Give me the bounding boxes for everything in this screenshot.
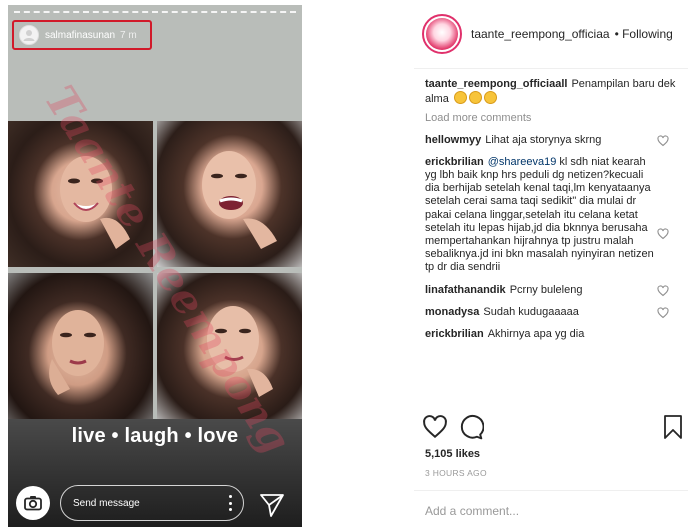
bookmark-icon[interactable] (662, 414, 684, 440)
comment-like-heart-icon[interactable] (657, 228, 669, 240)
camera-button[interactable] (16, 486, 50, 520)
comment-bubble-icon[interactable] (458, 414, 484, 440)
comment-item: monadysa Sudah kudugaaaaa (425, 306, 683, 319)
more-options-icon[interactable] (228, 495, 232, 511)
story-header-highlight: salmafinasunan 7 m (12, 20, 152, 50)
comment-text: kl sdh niat kearah yg lbh baik knp hrs p… (425, 155, 654, 274)
footer-divider (414, 490, 688, 491)
send-message-placeholder: Send message (73, 497, 140, 509)
post-actions (422, 414, 684, 444)
story-viewer: salmafinasunan 7 m live • laugh • love S… (8, 5, 302, 527)
comment-text: Lihat aja storynya skrng (485, 133, 602, 146)
photo-4 (157, 273, 302, 419)
comment-like-heart-icon[interactable] (657, 135, 669, 147)
post-avatar[interactable] (422, 14, 462, 54)
story-time: 7 m (120, 29, 137, 41)
comment-username[interactable]: hellowmyy (425, 134, 481, 146)
post-header: taante_reempong_officiaa • Following (422, 10, 688, 58)
post-timestamp: 3 HOURS AGO (425, 468, 487, 478)
user-icon (23, 30, 35, 41)
send-message-input[interactable]: Send message (60, 485, 244, 521)
comment-item: hellowmyy Lihat aja storynya skrng (425, 134, 683, 147)
comment-mention-link[interactable]: @shareeva19 (488, 156, 557, 168)
comment-item: erickbrilian @shareeva19 kl sdh niat kear… (425, 156, 683, 275)
load-more-comments-link[interactable]: Load more comments (425, 112, 683, 125)
comment-like-heart-icon[interactable] (657, 285, 669, 297)
camera-icon (24, 496, 42, 511)
comment-text: Sudah kudugaaaaa (483, 305, 579, 318)
comment-username[interactable]: erickbrilian (425, 328, 484, 340)
story-caption: live • laugh • love (71, 425, 239, 447)
story-avatar[interactable] (19, 25, 39, 45)
caption-username[interactable]: taante_reempong_officiaall (425, 78, 567, 90)
photo-3 (8, 273, 153, 419)
comment-item: linafathanandik Pcrny buleleng (425, 284, 683, 297)
post-caption: taante_reempong_officiaall Penampilan bar… (425, 78, 683, 106)
header-divider (414, 68, 688, 69)
comment-item: erickbrilian Akhirnya apa yg dia (425, 328, 683, 341)
direct-share-icon[interactable] (258, 490, 286, 518)
comment-text: Pcrny buleleng (509, 283, 583, 296)
smile-emoji-icon (483, 91, 497, 105)
comment-like-heart-icon[interactable] (657, 307, 669, 319)
smile-emoji-icon (453, 91, 467, 105)
smile-emoji-icon (468, 91, 482, 105)
like-heart-icon[interactable] (422, 414, 448, 440)
story-username[interactable]: salmafinasunan (45, 30, 115, 41)
story-photo-collage (8, 121, 302, 419)
post-username[interactable]: taante_reempong_officiaa (471, 27, 610, 41)
following-button[interactable]: • Following (615, 27, 673, 41)
comment-text: Akhirnya apa yg dia (487, 328, 585, 341)
comment-username[interactable]: linafathanandik (425, 284, 506, 296)
add-comment-input[interactable]: Add a comment... (425, 504, 519, 518)
story-progress-bar (14, 11, 296, 13)
comment-username[interactable]: erickbrilian (425, 156, 484, 168)
comment-username[interactable]: monadysa (425, 306, 479, 318)
photo-2 (157, 121, 302, 267)
likes-count[interactable]: 5,105 likes (425, 448, 480, 460)
photo-1 (8, 121, 153, 267)
comments-list: taante_reempong_officiaall Penampilan bar… (425, 78, 683, 400)
